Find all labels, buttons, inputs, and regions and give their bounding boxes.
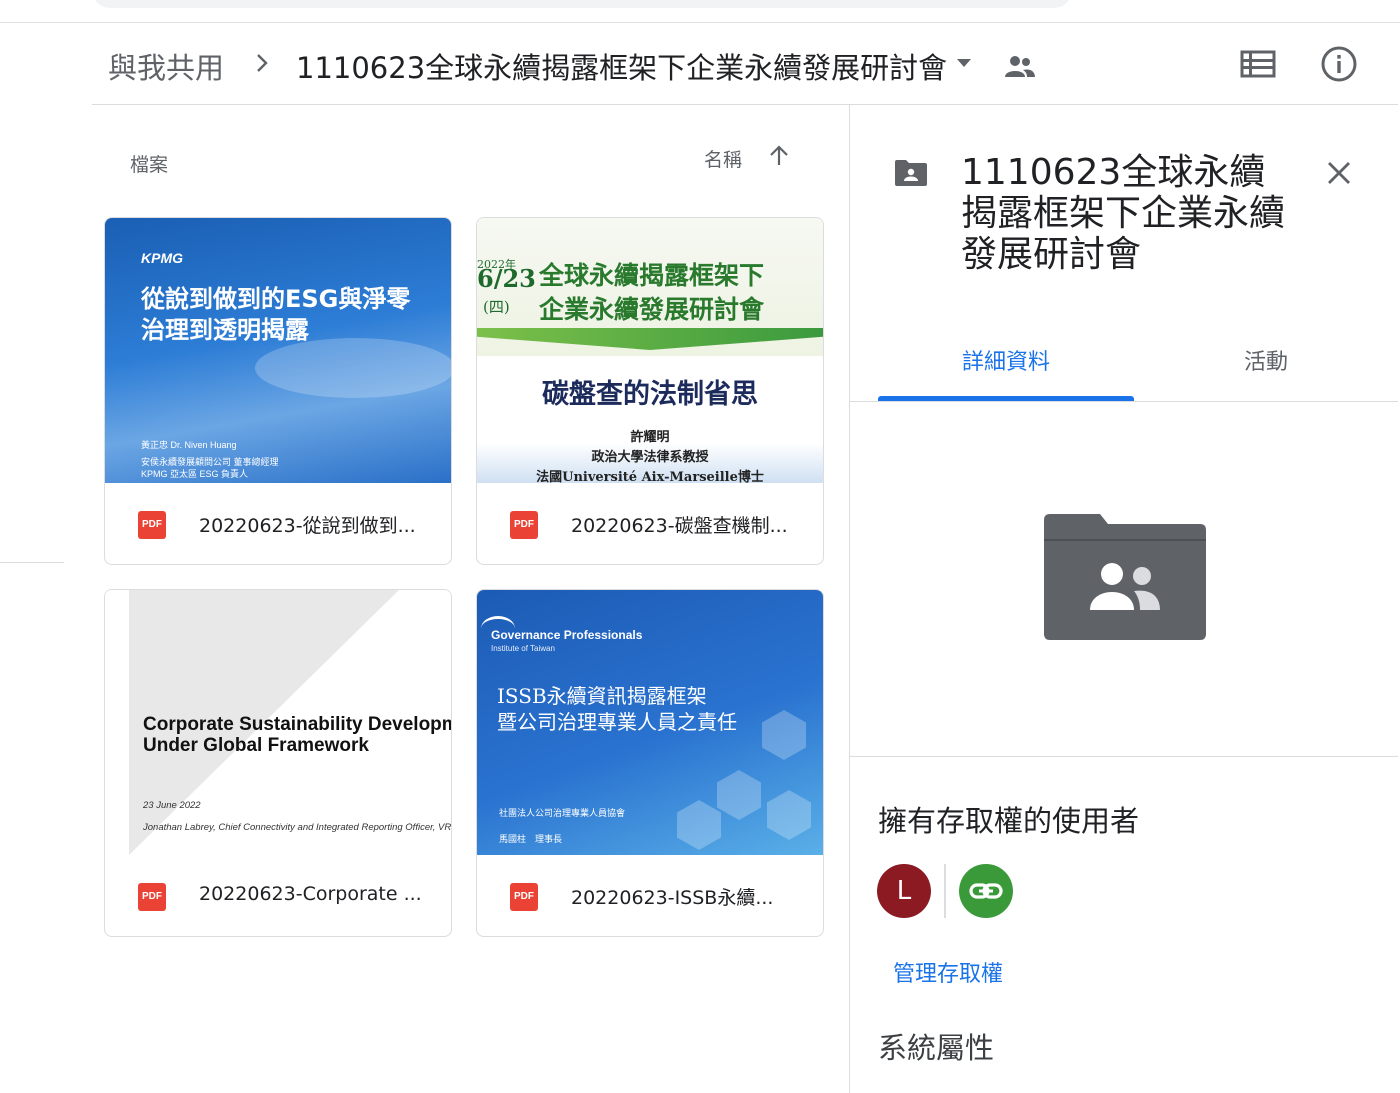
thumbnail-weekday: (四)	[483, 298, 510, 316]
thumbnail-headline: 企業永續發展研討會	[539, 295, 765, 324]
thumbnail-title: Corporate Sustainability Developme Under…	[143, 714, 451, 756]
breadcrumb-header: 與我共用 1110623全球永續揭露框架下企業永續發展研討會	[92, 23, 1398, 105]
thumbnail-role: KPMG 亞太區 ESG 負責人	[141, 469, 249, 479]
search-bar[interactable]	[92, 0, 1072, 8]
thumbnail-title-line: ISSB永續資訊揭露框架	[497, 684, 707, 708]
shared-people-icon	[1005, 56, 1035, 77]
header-divider	[92, 104, 1398, 105]
access-heading: 擁有存取權的使用者	[878, 804, 1140, 838]
kpmg-logo: KPMG	[141, 250, 183, 266]
file-thumbnail: KPMG 從說到做到的ESG與淨零 治理到透明揭露 黃正忠 Dr. Niven …	[105, 218, 451, 483]
pdf-icon: PDF	[510, 511, 538, 539]
thumbnail-hexagon	[767, 790, 811, 840]
file-thumbnail: Corporate Sustainability Developme Under…	[105, 590, 451, 855]
preview-divider	[850, 756, 1398, 757]
dropdown-arrow-icon[interactable]	[954, 56, 974, 70]
file-card[interactable]: 2022年 6/23 (四) 全球永續揭露框架下 企業永續發展研討會 碳盤查的法…	[476, 217, 824, 565]
thumbnail-speaker: Jonathan Labrey, Chief Connectivity and …	[143, 822, 451, 833]
thumbnail-subject: 碳盤查的法制省思	[542, 379, 758, 410]
files-section-label: 檔案	[130, 154, 169, 176]
file-card[interactable]: Corporate Sustainability Developme Under…	[104, 589, 452, 937]
file-name: 20220623-從說到做到...	[199, 515, 416, 537]
thumbnail-date: 23 June 2022	[143, 800, 201, 811]
governance-logo-sub: Institute of Taiwan	[491, 644, 555, 653]
thumbnail-title-line: Corporate Sustainability Developme	[143, 714, 451, 735]
governance-logo: Governance Professionals	[491, 628, 643, 642]
file-card-footer: PDF 20220623-ISSB永續...	[477, 855, 823, 936]
file-card[interactable]: Governance Professionals Institute of Ta…	[476, 589, 824, 937]
file-thumbnail: Governance Professionals Institute of Ta…	[477, 590, 823, 855]
avatar[interactable]: L	[877, 864, 931, 918]
thumbnail-speaker: 黃正忠 Dr. Niven Huang	[141, 440, 237, 450]
thumbnail-hexagon	[677, 800, 721, 850]
thumbnail-speaker: 馬國柱 理事長	[499, 835, 563, 845]
chevron-right-icon	[257, 54, 268, 72]
nav-divider	[0, 562, 64, 563]
pdf-icon: PDF	[138, 883, 166, 911]
file-card[interactable]: KPMG 從說到做到的ESG與淨零 治理到透明揭露 黃正忠 Dr. Niven …	[104, 217, 452, 565]
thumbnail-hexagon	[762, 710, 806, 760]
sort-by-name-button[interactable]: 名稱	[704, 145, 742, 172]
thumbnail-title-line: Under Global Framework	[143, 735, 369, 756]
thumbnail-headline: 全球永續揭露框架下	[539, 261, 765, 290]
thumbnail-title-line: 從說到做到的ESG與淨零	[141, 285, 411, 313]
thumbnail-role: 政治大學法律系教授	[591, 450, 709, 465]
file-name: 20220623-ISSB永續...	[571, 887, 774, 909]
file-thumbnail: 2022年 6/23 (四) 全球永續揭露框架下 企業永續發展研討會 碳盤查的法…	[477, 218, 823, 483]
file-card-footer: PDF 20220623-Corporate ...	[105, 855, 451, 936]
link-icon	[969, 883, 1003, 899]
tab-details[interactable]: 詳細資料	[878, 344, 1134, 376]
file-card-footer: PDF 20220623-碳盤查機制...	[477, 483, 823, 564]
thumbnail-hexagon	[717, 770, 761, 820]
shared-folder-icon	[895, 160, 927, 186]
close-icon[interactable]	[1324, 158, 1354, 188]
avatar-separator	[944, 864, 946, 918]
thumbnail-title-line: 暨公司治理專業人員之責任	[497, 710, 737, 734]
sort-arrow-up-icon[interactable]	[766, 143, 792, 169]
thumbnail-title-line: 治理到透明揭露	[141, 316, 309, 344]
tab-activity[interactable]: 活動	[1192, 344, 1340, 376]
list-view-icon[interactable]	[1238, 48, 1278, 80]
file-card-footer: PDF 20220623-從說到做到...	[105, 483, 451, 564]
thumbnail-role: 法國Université Aix-Marseille博士	[536, 470, 764, 483]
system-properties-heading: 系統屬性	[878, 1031, 995, 1065]
shared-folder-icon	[1044, 514, 1206, 640]
breadcrumb-shared-with-me[interactable]: 與我共用	[108, 45, 224, 87]
thumbnail-date: 6/23	[477, 264, 536, 293]
breadcrumb-current-folder[interactable]: 1110623全球永續揭露框架下企業永續發展研討會	[296, 45, 947, 87]
pdf-icon: PDF	[510, 883, 538, 911]
tabs-divider	[850, 401, 1398, 402]
thumbnail-org: 社團法人公司治理專業人員協會	[499, 809, 626, 819]
thumbnail-speaker: 許耀明	[630, 430, 670, 445]
details-panel-border	[849, 105, 850, 1093]
thumbnail-cloud-decoration	[255, 338, 451, 398]
file-name: 20220623-Corporate ...	[199, 883, 422, 905]
manage-access-link[interactable]: 管理存取權	[893, 956, 1003, 988]
pdf-icon: PDF	[138, 511, 166, 539]
details-title: 1110623全球永續揭露框架下企業永續發展研討會	[961, 152, 1286, 275]
link-sharing-avatar[interactable]	[959, 864, 1013, 918]
file-name: 20220623-碳盤查機制...	[571, 515, 788, 537]
thumbnail-title: 從說到做到的ESG與淨零 治理到透明揭露	[141, 284, 410, 346]
info-icon[interactable]	[1320, 45, 1358, 83]
